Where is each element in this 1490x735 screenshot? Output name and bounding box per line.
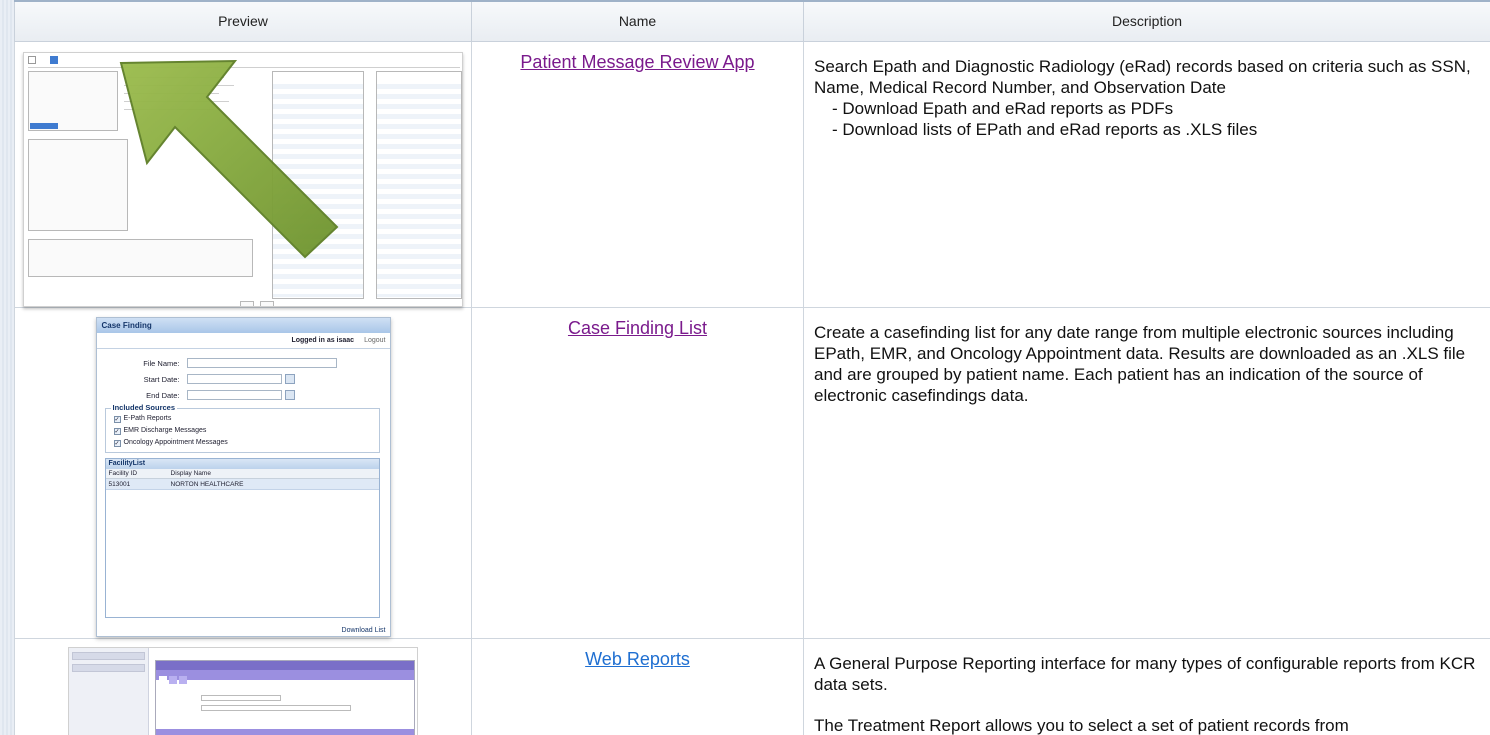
thumb-text-line bbox=[124, 84, 234, 86]
thumb-text-line bbox=[124, 108, 214, 110]
thumb-facility-bar bbox=[156, 728, 414, 735]
column-header-preview[interactable]: Preview bbox=[14, 0, 472, 42]
thumb-panel-title bbox=[156, 660, 414, 670]
description-bullets: Download Epath and eRad reports as PDFs … bbox=[814, 98, 1480, 140]
thumb-source-item: ✓ EMR Discharge Messages bbox=[113, 426, 207, 435]
description-cell: Search Epath and Diagnostic Radiology (e… bbox=[803, 40, 1490, 308]
apps-table: Preview Name Description Patient Message… bbox=[14, 0, 1490, 735]
thumb-header: Case Finding bbox=[96, 317, 390, 333]
name-cell: Web Reports bbox=[471, 637, 804, 735]
thumb-form-row: End Date: bbox=[97, 389, 390, 402]
thumb-form-row: File Name: bbox=[97, 357, 390, 370]
thumb-download-list: Download List bbox=[341, 626, 386, 634]
table-row: Web Reports A General Purpose Reporting … bbox=[14, 637, 1490, 735]
column-header-name[interactable]: Name bbox=[471, 0, 804, 42]
thumb-button bbox=[30, 122, 58, 129]
thumb-list-rows bbox=[273, 78, 363, 297]
case-finding-list-link[interactable]: Case Finding List bbox=[568, 318, 707, 338]
thumb-logout: Logout bbox=[364, 336, 386, 344]
table-header-row: Preview Name Description bbox=[14, 0, 1490, 42]
web-reports-thumbnail[interactable] bbox=[68, 646, 418, 735]
calendar-icon bbox=[284, 389, 295, 400]
description-cell: Create a casefinding list for any date r… bbox=[803, 306, 1490, 639]
case-finding-thumbnail[interactable]: Case Finding Logged in as isaac Logout Fi… bbox=[95, 316, 391, 637]
thumb-form-row bbox=[176, 694, 296, 701]
thumb-login-bar: Logged in as isaac Logout bbox=[96, 333, 390, 349]
name-cell: Patient Message Review App bbox=[471, 40, 804, 308]
thumb-source-item: ✓ E-Path Reports bbox=[113, 414, 172, 423]
patient-message-review-thumbnail[interactable] bbox=[23, 51, 463, 307]
preview-cell bbox=[14, 40, 472, 308]
preview-cell: Case Finding Logged in as isaac Logout Fi… bbox=[14, 306, 472, 639]
checkbox-icon: ✓ bbox=[113, 415, 121, 423]
thumb-button bbox=[240, 300, 254, 306]
thumb-file-name-field bbox=[186, 357, 337, 368]
thumb-sources-legend: Included Sources bbox=[110, 402, 178, 412]
web-reports-link[interactable]: Web Reports bbox=[585, 649, 690, 669]
thumb-tabs bbox=[156, 669, 414, 684]
patient-message-review-link[interactable]: Patient Message Review App bbox=[520, 52, 754, 72]
thumb-sidebar-item bbox=[72, 663, 145, 672]
thumb-divider bbox=[28, 66, 460, 68]
thumb-sidebar-item bbox=[72, 651, 145, 660]
thumb-tab-active bbox=[50, 55, 58, 64]
table-row: Patient Message Review App Search Epath … bbox=[14, 40, 1490, 308]
name-cell: Case Finding List bbox=[471, 306, 804, 639]
thumb-sidebar bbox=[69, 647, 149, 735]
thumb-button bbox=[260, 300, 274, 306]
description-text: Search Epath and Diagnostic Radiology (e… bbox=[814, 56, 1471, 97]
thumb-end-date-field bbox=[186, 389, 282, 400]
thumb-form-row: Start Date: bbox=[97, 373, 390, 386]
thumb-text-line bbox=[124, 100, 229, 102]
thumb-grid-header: Facility ID Display Name bbox=[105, 468, 379, 479]
thumb-report-panel bbox=[155, 659, 415, 735]
bullet-item: Download Epath and eRad reports as PDFs bbox=[832, 98, 1480, 119]
thumb-top-bar bbox=[149, 648, 417, 658]
description-text-2: The Treatment Report allows you to selec… bbox=[814, 715, 1349, 735]
thumb-list-rows bbox=[377, 78, 461, 297]
checkbox-icon: ✓ bbox=[113, 439, 121, 447]
thumb-logged-in: Logged in as isaac bbox=[291, 336, 355, 344]
thumb-facility-grid: FacilityList Facility ID Display Name 513… bbox=[104, 457, 380, 618]
page-left-strip bbox=[0, 0, 14, 735]
checkbox-icon: ✓ bbox=[113, 427, 121, 435]
table-row: Case Finding Logged in as isaac Logout Fi… bbox=[14, 306, 1490, 639]
thumb-source-item: ✓ Oncology Appointment Messages bbox=[113, 438, 228, 447]
thumb-panel bbox=[28, 238, 253, 277]
bullet-item: Download lists of EPath and eRad reports… bbox=[832, 119, 1480, 140]
thumb-text-line bbox=[124, 92, 219, 94]
thumb-file-name-label: File Name: bbox=[143, 358, 180, 368]
thumb-panel bbox=[28, 138, 128, 231]
column-header-description[interactable]: Description bbox=[803, 0, 1490, 42]
thumb-grid-row: 513001 NORTON HEALTHCARE bbox=[105, 478, 379, 490]
thumb-text-line bbox=[124, 76, 224, 78]
calendar-icon bbox=[284, 373, 295, 384]
thumb-tab bbox=[28, 55, 36, 64]
thumb-form-row bbox=[176, 704, 376, 711]
thumb-included-sources: Included Sources ✓ E-Path Reports ✓ EMR Di… bbox=[104, 402, 380, 453]
thumb-start-date-label: Start Date: bbox=[143, 374, 180, 384]
thumb-end-date-label: End Date: bbox=[146, 390, 180, 400]
thumb-panel bbox=[28, 70, 118, 131]
preview-cell bbox=[14, 637, 472, 735]
thumb-grid-title: FacilityList bbox=[105, 458, 379, 469]
description-text: A General Purpose Reporting interface fo… bbox=[814, 653, 1476, 694]
thumb-start-date-field bbox=[186, 373, 282, 384]
description-text: Create a casefinding list for any date r… bbox=[814, 322, 1466, 405]
description-cell: A General Purpose Reporting interface fo… bbox=[803, 637, 1490, 735]
